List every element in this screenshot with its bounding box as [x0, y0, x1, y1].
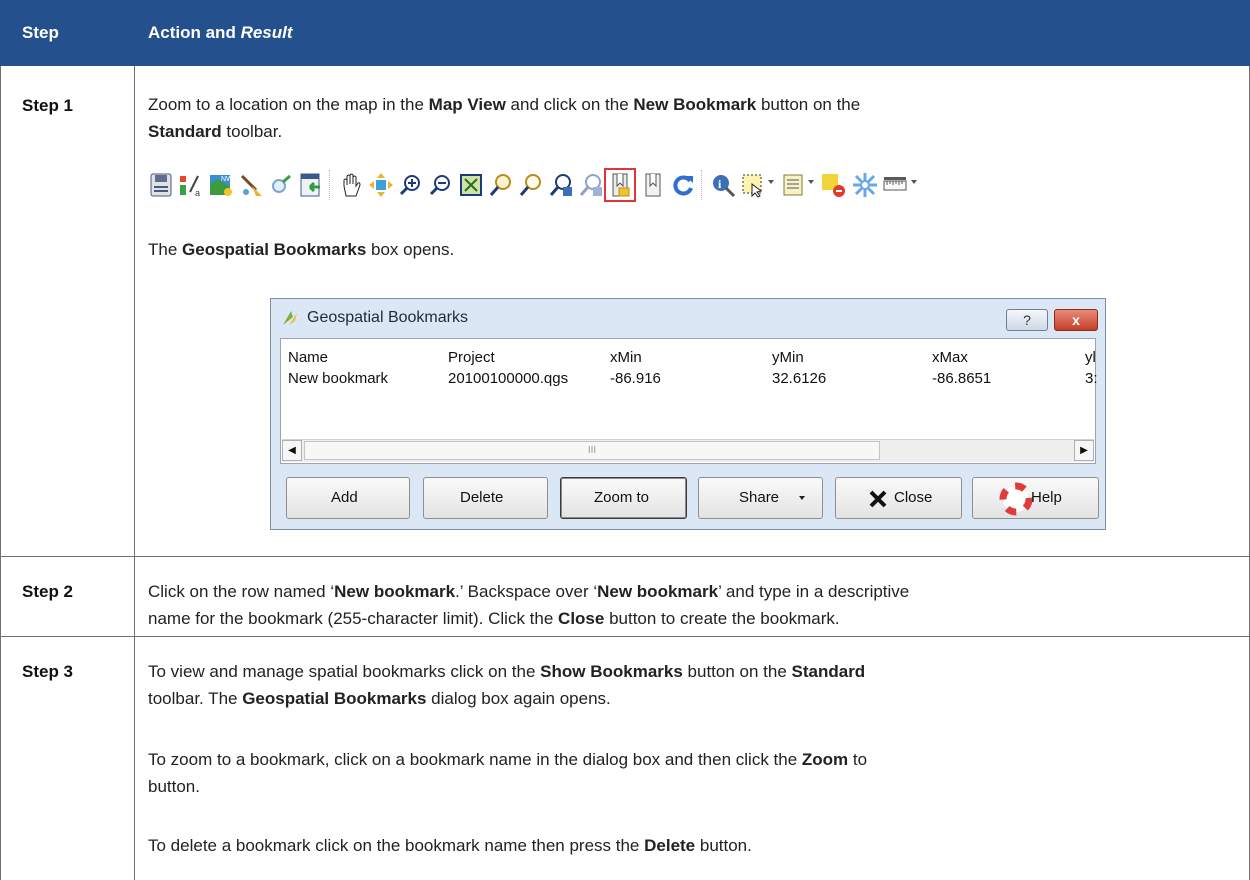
zoom-to-selection-icon[interactable]: [518, 172, 544, 198]
close-button[interactable]: Close: [835, 477, 962, 519]
step-3-text-2: To zoom to a bookmark, click on a bookma…: [148, 750, 868, 796]
svg-text:a: a: [195, 188, 200, 198]
share-button[interactable]: Share: [698, 477, 823, 519]
scroll-left-icon[interactable]: ◀: [282, 440, 302, 461]
pan-to-selection-icon[interactable]: [368, 172, 394, 198]
table-border-left: [0, 66, 1, 880]
column-header-xmin[interactable]: xMin: [610, 349, 642, 366]
import-icon[interactable]: [298, 172, 324, 198]
cell-ymax[interactable]: 3:: [1085, 370, 1098, 387]
instruction-table: Step Action and Result Step 1 Step 2 Ste…: [0, 0, 1250, 880]
delete-button[interactable]: Delete: [423, 477, 548, 519]
table-header: Step Action and Result: [0, 0, 1250, 66]
column-header-ymin[interactable]: yMin: [772, 349, 804, 366]
row-divider-2: [0, 636, 1250, 637]
measure-icon[interactable]: [882, 172, 908, 198]
help-button[interactable]: Help: [972, 477, 1099, 519]
column-header-project[interactable]: Project: [448, 349, 495, 366]
column-divider: [134, 66, 135, 880]
geospatial-bookmarks-dialog: Geospatial Bookmarks ? x Name Project xM…: [270, 298, 1106, 530]
attribute-dropdown-icon[interactable]: [808, 180, 814, 184]
cell-ymin[interactable]: 32.6126: [772, 370, 826, 387]
step-3-text-1: To view and manage spatial bookmarks cli…: [148, 662, 866, 708]
dialog-close-button[interactable]: x: [1054, 309, 1098, 331]
close-x-icon: [869, 490, 887, 508]
toolbar-separator: [329, 170, 331, 200]
identify-icon[interactable]: i: [710, 172, 736, 198]
zoom-last-icon[interactable]: [548, 172, 574, 198]
column-header-xmax[interactable]: xMax: [932, 349, 968, 366]
horizontal-scrollbar[interactable]: ◀ III ▶: [282, 439, 1094, 462]
svg-text:NW: NW: [221, 176, 233, 183]
select-dropdown-icon[interactable]: [768, 180, 774, 184]
zoom-in-icon[interactable]: [398, 172, 424, 198]
step-1-text: Zoom to a location on the map in the Map…: [148, 95, 861, 141]
show-bookmarks-icon[interactable]: [640, 172, 666, 198]
map-bookmark-icon[interactable]: NW: [208, 172, 234, 198]
dialog-title: Geospatial Bookmarks: [307, 309, 468, 326]
cell-name[interactable]: New bookmark: [288, 370, 388, 387]
attribute-table-icon[interactable]: [780, 172, 806, 198]
step-2-label: Step 2: [22, 582, 74, 601]
zoom-to-layer-icon[interactable]: [488, 172, 514, 198]
column-header-ymax[interactable]: yl: [1085, 349, 1096, 366]
header-action: Action and Result: [148, 23, 293, 42]
cell-project[interactable]: 20100100000.qgs: [448, 370, 568, 387]
cell-xmax[interactable]: -86.8651: [932, 370, 991, 387]
edit-brush-icon[interactable]: [238, 172, 264, 198]
qgis-logo-icon: [283, 311, 297, 325]
add-button[interactable]: Add: [286, 477, 410, 519]
new-bookmark-icon[interactable]: [607, 172, 633, 198]
settings-icon[interactable]: [852, 172, 878, 198]
zoom-to-button[interactable]: Zoom to: [560, 477, 687, 519]
standard-toolbar: a NW i: [148, 166, 1233, 206]
row-divider-1: [0, 556, 1250, 557]
zoom-next-icon[interactable]: [578, 172, 604, 198]
select-icon[interactable]: [740, 172, 766, 198]
toolbar-separator: [701, 170, 703, 200]
step-1-note: The Geospatial Bookmarks box opens.: [148, 240, 455, 259]
refresh-icon[interactable]: [670, 172, 696, 198]
scroll-right-icon[interactable]: ▶: [1074, 440, 1094, 461]
deselect-icon[interactable]: [820, 172, 846, 198]
step-3-text-3: To delete a bookmark click on the bookma…: [148, 836, 752, 855]
identify-circle-icon[interactable]: [268, 172, 294, 198]
pan-hand-icon[interactable]: [338, 172, 364, 198]
chevron-down-icon: [799, 496, 805, 500]
zoom-full-icon[interactable]: [458, 172, 484, 198]
save-icon[interactable]: [148, 172, 174, 198]
header-step: Step: [22, 23, 59, 42]
step-1-label: Step 1: [22, 96, 74, 115]
dialog-help-button[interactable]: ?: [1006, 309, 1048, 331]
step-3-label: Step 3: [22, 662, 74, 681]
measure-dropdown-icon[interactable]: [911, 180, 917, 184]
column-header-name[interactable]: Name: [288, 349, 328, 366]
lifebuoy-icon: [999, 482, 1033, 516]
symbology-icon[interactable]: a: [178, 172, 204, 198]
zoom-out-icon[interactable]: [428, 172, 454, 198]
scroll-thumb[interactable]: III: [304, 441, 880, 460]
cell-xmin[interactable]: -86.916: [610, 370, 661, 387]
step-2-text: Click on the row named ‘New bookmark.’ B…: [148, 582, 910, 628]
bookmarks-table: Name Project xMin yMin xMax yl New bookm…: [280, 338, 1098, 464]
